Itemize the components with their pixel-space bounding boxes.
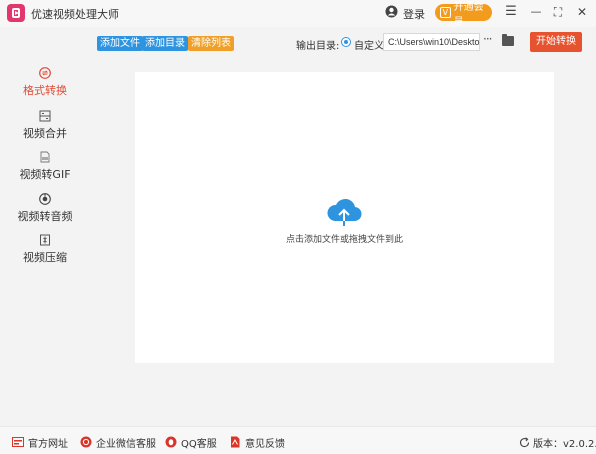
wechat-support-link[interactable]: 企业微信客服 [80, 435, 156, 450]
file-drop-area[interactable]: 点击添加文件或拖拽文件到此 [135, 72, 554, 363]
cloud-upload-icon [327, 198, 362, 226]
sidebar-item-format-convert[interactable]: 格式转换 [0, 67, 90, 107]
vip-button-label: 开通会员 [453, 1, 484, 28]
version-label: 版本：v2.0.2.1 [533, 439, 596, 450]
maximize-button[interactable]: ⛶ [550, 4, 566, 20]
custom-dir-label[interactable]: 自定义 [354, 37, 384, 52]
feedback-label: 意见反馈 [245, 438, 285, 450]
start-convert-button[interactable]: 开始转换 [530, 32, 582, 52]
custom-dir-radio[interactable] [341, 37, 351, 47]
sidebar-item-video-to-audio[interactable]: 视频转音频 [0, 193, 90, 233]
feedback-icon [231, 436, 240, 448]
qq-label: QQ客服 [181, 438, 217, 450]
website-icon [12, 437, 24, 447]
app-title: 优速视频处理大师 [31, 8, 119, 21]
vip-button[interactable]: V 开通会员 [435, 2, 492, 28]
official-website-link[interactable]: 官方网址 [12, 435, 68, 450]
sidebar-item-label: 格式转换 [23, 84, 67, 97]
sidebar-item-video-compress[interactable]: 视频压缩 [0, 234, 90, 274]
add-folder-button[interactable]: 添加目录 [142, 36, 188, 51]
title-bar: 优速视频处理大师 登录 V 开通会员 ☰ — ⛶ ✕ [0, 0, 596, 28]
sidebar: 格式转换 视频合并 视频转GIF 视频转音频 视频压缩 [0, 60, 90, 425]
footer-bar: 官方网址 企业微信客服 QQ客服 意见反馈 版本：v2.0.2.1 [0, 426, 596, 454]
add-file-button[interactable]: 添加文件 [97, 36, 143, 51]
sidebar-item-label: 视频转GIF [19, 168, 71, 181]
sidebar-item-video-merge[interactable]: 视频合并 [0, 110, 90, 150]
audio-icon [39, 193, 51, 205]
login-link[interactable]: 登录 [403, 6, 425, 22]
format-convert-icon [39, 67, 51, 79]
wechat-icon [80, 436, 92, 448]
menu-icon[interactable]: ☰ [503, 4, 519, 20]
more-icon[interactable]: ··· [483, 32, 493, 46]
vip-icon: V [440, 7, 451, 18]
qq-support-link[interactable]: QQ客服 [165, 435, 217, 450]
minimize-button[interactable]: — [528, 4, 544, 20]
user-icon[interactable] [385, 5, 398, 18]
wechat-label: 企业微信客服 [96, 438, 156, 450]
output-path-field[interactable]: C:\Users\win10\Deskto [383, 33, 480, 51]
open-folder-icon[interactable] [502, 34, 514, 46]
clear-list-button[interactable]: 清除列表 [188, 36, 234, 51]
video-merge-icon [39, 110, 51, 122]
sidebar-item-label: 视频压缩 [23, 251, 67, 264]
sidebar-item-label: 视频合并 [23, 127, 67, 140]
compress-icon [40, 234, 50, 246]
feedback-link[interactable]: 意见反馈 [229, 435, 285, 450]
website-label: 官方网址 [28, 438, 68, 450]
gif-icon [40, 151, 50, 163]
sidebar-item-label: 视频转音频 [17, 210, 73, 223]
app-logo-icon [7, 4, 25, 22]
refresh-icon[interactable] [519, 437, 530, 448]
sidebar-item-video-to-gif[interactable]: 视频转GIF [0, 151, 90, 191]
qq-icon [165, 436, 177, 448]
drop-hint-text: 点击添加文件或拖拽文件到此 [285, 235, 403, 245]
version-info: 版本：v2.0.2.1 [519, 435, 596, 450]
close-button[interactable]: ✕ [574, 4, 590, 20]
toolbar: 添加文件 添加目录 清除列表 输出目录: 自定义 C:\Users\win10\… [90, 27, 596, 60]
output-dir-label: 输出目录: [296, 41, 340, 52]
